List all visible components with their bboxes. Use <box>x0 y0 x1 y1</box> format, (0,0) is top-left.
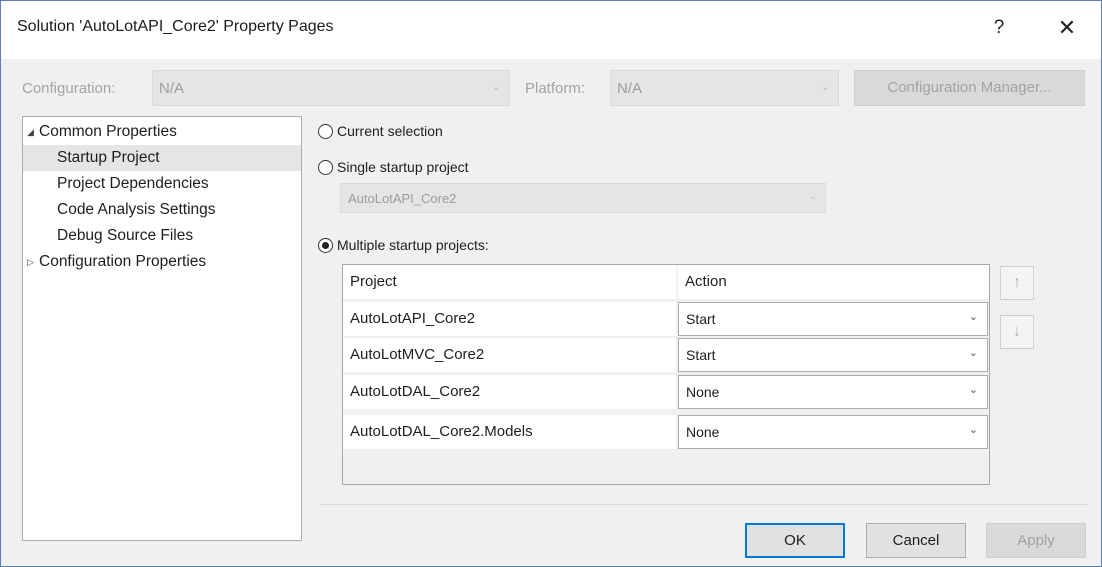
action-value: None <box>686 424 720 440</box>
expanded-arrow-icon[interactable]: ◢ <box>27 119 39 145</box>
chevron-down-icon[interactable]: ⌄ <box>969 346 978 359</box>
title-bar: Solution 'AutoLotAPI_Core2' Property Pag… <box>1 1 1101 59</box>
multiple-startup-radio[interactable] <box>318 237 333 253</box>
configuration-label: Configuration: <box>22 80 116 97</box>
platform-value: N/A <box>617 80 643 97</box>
platform-label: Platform: <box>525 80 586 97</box>
chevron-down-icon: ⌄ <box>820 81 830 93</box>
move-down-button[interactable]: ↓ <box>1000 315 1034 349</box>
action-value: Start <box>686 347 716 363</box>
configuration-manager-button: Configuration Manager... <box>854 70 1085 106</box>
collapsed-arrow-icon[interactable]: ▷ <box>27 249 39 275</box>
chevron-down-icon[interactable]: ⌄ <box>969 423 978 436</box>
action-dropdown[interactable]: None ⌄ <box>678 415 988 449</box>
divider <box>319 504 1089 505</box>
category-tree[interactable]: ◢ Common Properties Startup Project Proje… <box>22 116 302 541</box>
action-dropdown[interactable]: None ⌄ <box>678 375 988 409</box>
arrow-down-icon: ↓ <box>1013 323 1021 340</box>
single-startup-option[interactable]: Single startup project <box>318 156 469 178</box>
cancel-button[interactable]: Cancel <box>866 523 966 558</box>
tree-item-project-dependencies[interactable]: Project Dependencies <box>23 171 301 197</box>
current-selection-label: Current selection <box>337 123 443 139</box>
property-pages-dialog: Solution 'AutoLotAPI_Core2' Property Pag… <box>0 0 1102 567</box>
help-icon: ? <box>993 17 1005 38</box>
tree-item-startup-project[interactable]: Startup Project <box>23 145 301 171</box>
single-startup-project-value: AutoLotAPI_Core2 <box>348 191 457 206</box>
chevron-down-icon: ⌄ <box>808 191 817 202</box>
platform-combo: N/A ⌄ <box>610 70 839 106</box>
action-dropdown[interactable]: Start ⌄ <box>678 338 988 372</box>
tree-item-configuration-properties[interactable]: ▷ Configuration Properties <box>23 249 305 275</box>
table-row-project[interactable]: AutoLotAPI_Core2 <box>343 302 676 336</box>
close-icon: ✕ <box>1057 15 1077 40</box>
tree-item-debug-source-files[interactable]: Debug Source Files <box>23 223 301 249</box>
chevron-down-icon[interactable]: ⌄ <box>969 383 978 396</box>
chevron-down-icon[interactable]: ⌄ <box>969 310 978 323</box>
apply-button: Apply <box>986 523 1086 558</box>
configuration-combo: N/A ⌄ <box>152 70 510 106</box>
single-startup-radio[interactable] <box>318 159 333 175</box>
current-selection-radio[interactable] <box>318 123 333 139</box>
tree-item-label: Project Dependencies <box>57 175 209 192</box>
table-row-project[interactable]: AutoLotDAL_Core2.Models <box>343 415 676 449</box>
tree-item-label: Code Analysis Settings <box>57 201 216 218</box>
close-button[interactable]: ✕ <box>1044 11 1090 45</box>
single-startup-project-combo: AutoLotAPI_Core2 ⌄ <box>340 183 826 213</box>
current-selection-option[interactable]: Current selection <box>318 120 443 142</box>
help-button[interactable]: ? <box>976 11 1022 45</box>
chevron-down-icon: ⌄ <box>491 81 501 93</box>
column-header-project[interactable]: Project <box>343 265 676 299</box>
window-title: Solution 'AutoLotAPI_Core2' Property Pag… <box>17 18 334 35</box>
single-startup-label: Single startup project <box>337 159 469 175</box>
table-row-project[interactable]: AutoLotMVC_Core2 <box>343 338 676 372</box>
tree-item-common-properties[interactable]: ◢ Common Properties <box>23 119 305 145</box>
action-value: Start <box>686 311 716 327</box>
tree-item-label: Startup Project <box>57 149 160 166</box>
tree-item-label: Debug Source Files <box>57 227 194 244</box>
tree-item-label: Common Properties <box>39 123 177 140</box>
configuration-value: N/A <box>159 80 185 97</box>
action-dropdown[interactable]: Start ⌄ <box>678 302 988 336</box>
table-row-project[interactable]: AutoLotDAL_Core2 <box>343 375 676 409</box>
action-value: None <box>686 384 720 400</box>
column-header-action[interactable]: Action <box>678 265 989 299</box>
ok-button[interactable]: OK <box>745 523 845 558</box>
tree-item-code-analysis-settings[interactable]: Code Analysis Settings <box>23 197 301 223</box>
move-up-button[interactable]: ↑ <box>1000 266 1034 300</box>
startup-projects-grid: Project Action AutoLotAPI_Core2 Start ⌄ … <box>342 264 990 485</box>
tree-item-label: Configuration Properties <box>39 253 207 270</box>
arrow-up-icon: ↑ <box>1013 274 1021 291</box>
multiple-startup-label: Multiple startup projects: <box>337 237 489 253</box>
multiple-startup-option[interactable]: Multiple startup projects: <box>318 234 489 256</box>
